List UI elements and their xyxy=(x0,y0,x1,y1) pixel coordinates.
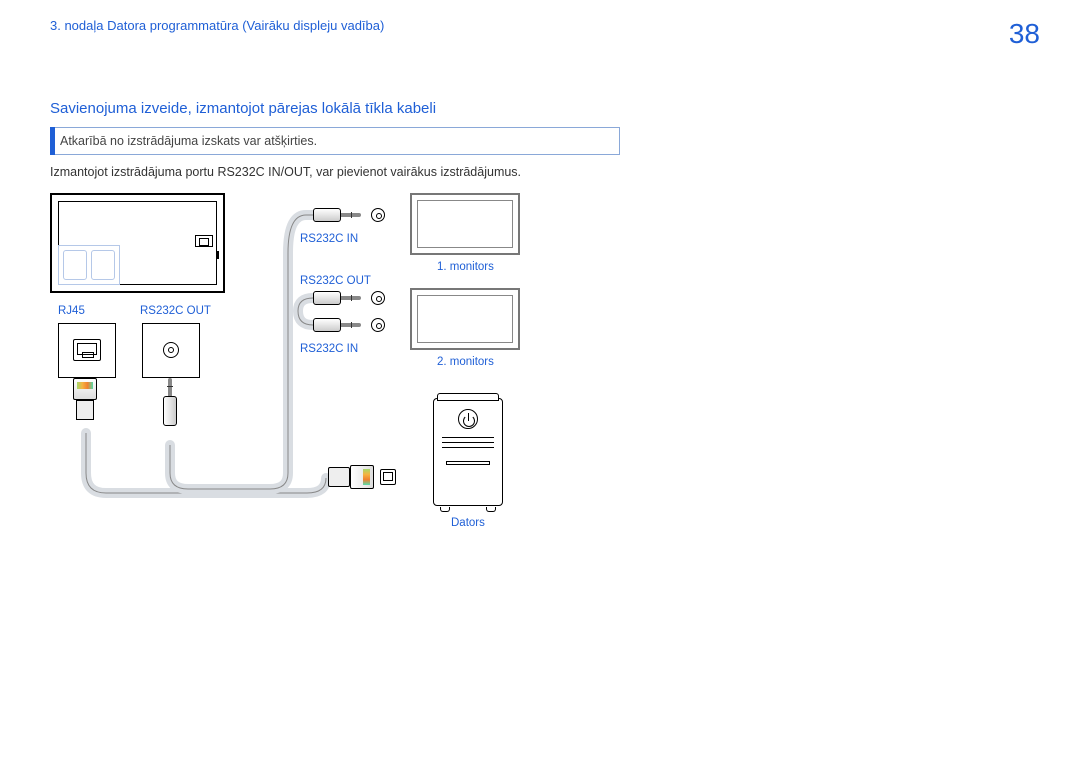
note-box: Atkarībā no izstrādājuma izskats var atš… xyxy=(50,127,620,155)
monitor-1-icon xyxy=(410,193,520,255)
label-monitor-1: 1. monitors xyxy=(437,261,494,273)
rs232c-plug-icon xyxy=(313,208,373,222)
label-rs232c-in-1: RS232C IN xyxy=(300,233,358,245)
rj45-plug-icon xyxy=(71,378,101,433)
label-rj45: RJ45 xyxy=(58,305,85,317)
page-number: 38 xyxy=(1009,18,1040,50)
label-rs232c-out: RS232C OUT xyxy=(140,305,211,317)
breadcrumb: 3. nodaļa Datora programmatūra (Vairāku … xyxy=(50,18,384,33)
computer-icon xyxy=(433,398,503,506)
tv-back-icon xyxy=(50,193,225,293)
body-text: Izmantojot izstrādājuma portu RS232C IN/… xyxy=(50,165,1030,179)
label-monitor-2: 2. monitors xyxy=(437,356,494,368)
audio-plug-icon xyxy=(163,378,179,448)
monitor-2-icon xyxy=(410,288,520,350)
label-rs232c-in-2: RS232C IN xyxy=(300,343,358,355)
rs232c-plug-icon xyxy=(313,291,373,305)
rs232c-plug-icon xyxy=(313,318,373,332)
note-text: Atkarībā no izstrādājuma izskats var atš… xyxy=(60,134,317,148)
rj45-port-icon xyxy=(58,323,116,378)
connection-diagram: RJ45 RS232C OUT RS232C IN RS232C OUT RS2… xyxy=(50,193,610,593)
page-header: 3. nodaļa Datora programmatūra (Vairāku … xyxy=(0,0,1080,60)
page-content: Savienojuma izveide, izmantojot pārejas … xyxy=(0,60,1080,593)
label-computer: Dators xyxy=(451,517,485,529)
section-title: Savienojuma izveide, izmantojot pārejas … xyxy=(50,100,1030,117)
rj45-plug-horizontal-icon xyxy=(328,463,384,493)
rs232c-port-icon xyxy=(142,323,200,378)
label-rs232c-out-2: RS232C OUT xyxy=(300,275,371,287)
